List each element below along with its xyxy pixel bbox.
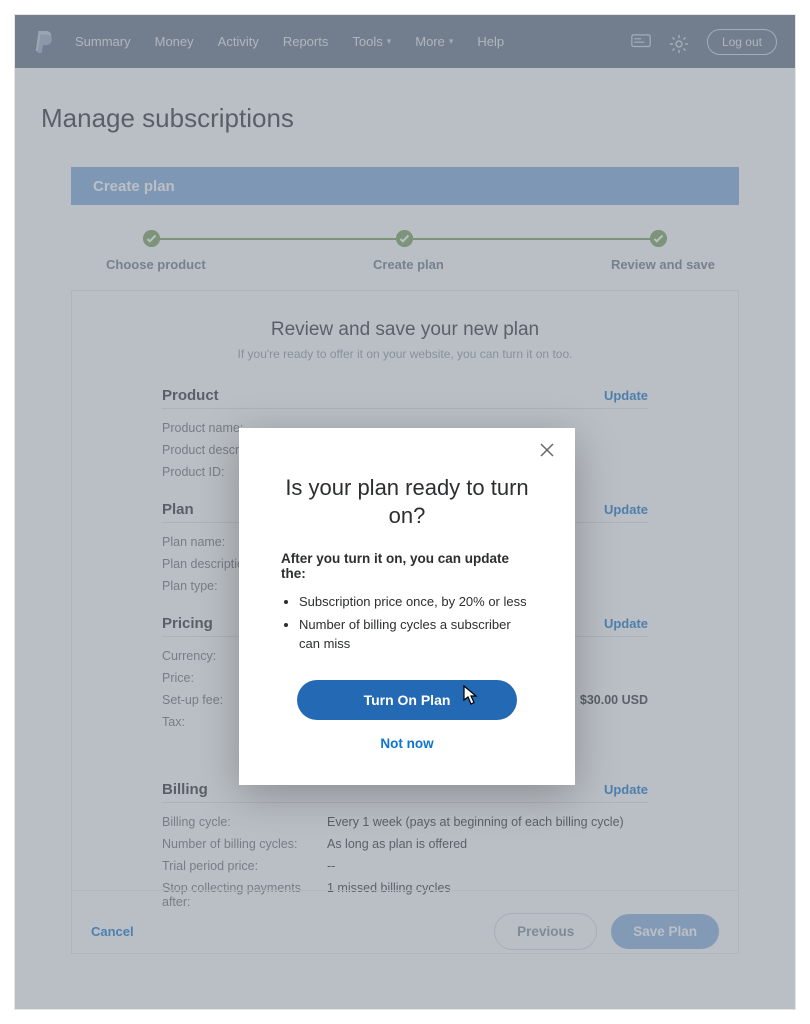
modal-subtitle: After you turn it on, you can update the… bbox=[281, 551, 533, 581]
modal-title: Is your plan ready to turn on? bbox=[281, 474, 533, 529]
modal-bullet-1: Subscription price once, by 20% or less bbox=[299, 593, 533, 612]
turn-on-modal: Is your plan ready to turn on? After you… bbox=[239, 428, 575, 785]
not-now-button[interactable]: Not now bbox=[380, 736, 433, 751]
modal-bullets: Subscription price once, by 20% or less … bbox=[299, 593, 533, 654]
turn-on-plan-button[interactable]: Turn On Plan bbox=[297, 680, 517, 720]
close-icon[interactable] bbox=[539, 442, 559, 462]
app-frame: Summary Money Activity Reports Tools▾ Mo… bbox=[14, 14, 796, 1010]
modal-bullet-2: Number of billing cycles a subscriber ca… bbox=[299, 616, 533, 654]
